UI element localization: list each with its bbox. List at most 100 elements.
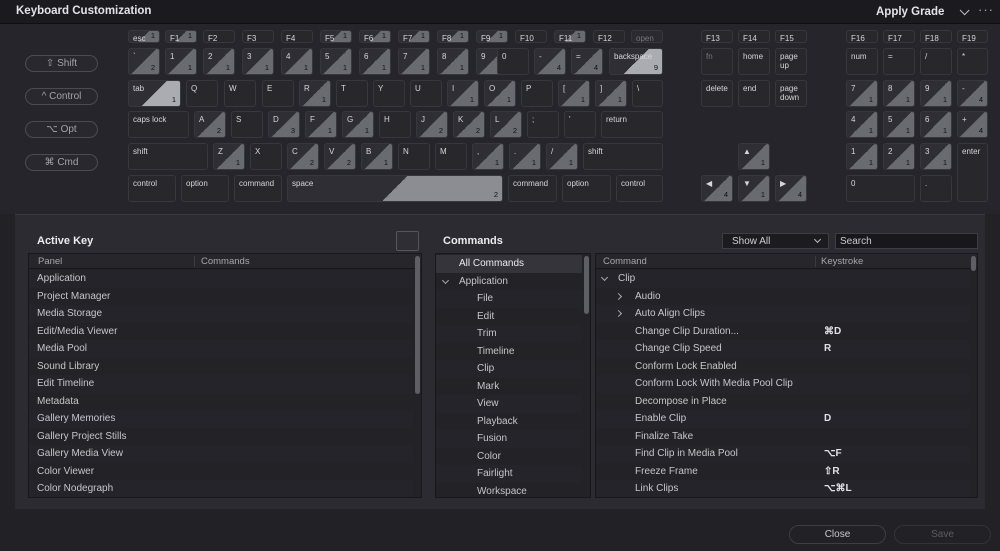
key[interactable]: -4 <box>957 80 988 107</box>
key[interactable]: tab 1 <box>128 80 181 107</box>
panel-row[interactable]: Project Manager <box>29 288 413 306</box>
active-key-scrollbar[interactable] <box>415 256 420 394</box>
tree-item[interactable]: Fusion <box>436 430 582 448</box>
key[interactable]: K2 <box>453 111 485 138</box>
search-input[interactable] <box>835 233 978 249</box>
save-button[interactable]: Save <box>894 525 991 544</box>
key[interactable]: fn <box>701 48 733 75</box>
key[interactable]: 51 <box>883 111 915 138</box>
key[interactable]: delete <box>701 80 733 107</box>
key[interactable]: . <box>920 175 952 202</box>
key[interactable]: = 4 <box>571 48 603 75</box>
expand-right-icon[interactable] <box>614 309 623 318</box>
key[interactable]: shift <box>583 143 663 170</box>
key[interactable]: F9 1 <box>476 30 508 43</box>
key[interactable]: H <box>379 111 411 138</box>
key[interactable]: Y <box>373 80 405 107</box>
key[interactable]: esc 1 <box>128 30 160 43</box>
command-row[interactable]: Conform Lock With Media Pool Clip <box>596 375 969 393</box>
key[interactable]: T <box>336 80 368 107</box>
panel-row[interactable]: Gallery Project Stills <box>29 428 413 446</box>
key[interactable]: backspace 9 <box>609 48 663 75</box>
tree-item[interactable]: Workspace <box>436 483 582 498</box>
key[interactable]: U <box>410 80 442 107</box>
key[interactable]: control <box>616 175 663 202</box>
key[interactable]: F7 1 <box>398 30 430 43</box>
key[interactable]: F19 <box>957 30 988 43</box>
panel-row[interactable]: Color Viewer <box>29 463 413 481</box>
key[interactable]: home <box>738 48 770 75</box>
panel-row[interactable]: Application <box>29 270 413 288</box>
command-row[interactable]: Link Clips ⌥⌘L <box>596 480 969 497</box>
key[interactable]: \ <box>632 80 663 107</box>
key[interactable]: F3 <box>242 30 274 43</box>
tree-item[interactable]: View <box>436 395 582 413</box>
option-modifier-toggle[interactable]: ⌥ Opt <box>25 121 98 138</box>
key[interactable]: /1 <box>546 143 578 170</box>
key[interactable]: 0 <box>497 48 529 75</box>
key[interactable]: 21 <box>203 48 235 75</box>
command-row[interactable]: Auto Align Clips <box>596 305 969 323</box>
key[interactable]: option <box>181 175 229 202</box>
command-modifier-toggle[interactable]: ⌘ Cmd <box>25 154 98 171</box>
keystroke-label[interactable]: R <box>824 343 831 354</box>
key[interactable]: W <box>224 80 256 107</box>
command-row[interactable]: Find Clip in Media Pool ⌥F <box>596 445 969 463</box>
key[interactable]: F6 1 <box>359 30 391 43</box>
panel-row[interactable]: Gallery Memories <box>29 410 413 428</box>
key[interactable]: I1 <box>447 80 479 107</box>
key[interactable]: F16 <box>846 30 878 43</box>
key[interactable]: command <box>508 175 557 202</box>
key[interactable]: 81 <box>883 80 915 107</box>
key[interactable]: E <box>262 80 294 107</box>
key[interactable]: ,1 <box>472 143 504 170</box>
key[interactable]: F14 <box>738 30 770 43</box>
key[interactable]: F4 <box>281 30 313 43</box>
more-options-icon[interactable]: ··· <box>978 2 994 17</box>
control-modifier-toggle[interactable]: ^ Control <box>25 88 98 105</box>
keystroke-label[interactable]: ⌥⌘L <box>824 483 852 494</box>
key[interactable]: space 2 <box>287 175 503 202</box>
key[interactable]: ◀ 4 <box>701 175 733 202</box>
close-button[interactable]: Close <box>789 525 886 544</box>
key[interactable]: 71 <box>846 80 878 107</box>
key[interactable]: A2 <box>194 111 226 138</box>
command-row[interactable]: Conform Lock Enabled <box>596 358 969 376</box>
key[interactable]: 21 <box>883 143 915 170</box>
key[interactable]: F8 1 <box>437 30 469 43</box>
key[interactable]: J2 <box>416 111 448 138</box>
command-list-scrollbar[interactable] <box>971 256 976 271</box>
command-row[interactable]: Change Clip Speed R <box>596 340 969 358</box>
key[interactable]: X <box>250 143 282 170</box>
key[interactable]: 41 <box>281 48 313 75</box>
key[interactable]: 61 <box>920 111 952 138</box>
command-row[interactable]: Enable Clip D <box>596 410 969 428</box>
key[interactable]: L2 <box>490 111 522 138</box>
key[interactable]: ▼ 1 <box>738 175 770 202</box>
key[interactable]: page up <box>775 48 807 75</box>
key[interactable]: ▶ 4 <box>775 175 807 202</box>
tree-item[interactable]: Edit <box>436 308 582 326</box>
key[interactable]: 0 <box>846 175 915 202</box>
key[interactable]: * <box>957 48 988 75</box>
tree-item[interactable]: Application <box>436 273 582 291</box>
keystroke-label[interactable]: ⌥F <box>824 448 842 459</box>
preset-dropdown[interactable]: Apply Grade <box>870 0 970 24</box>
keystroke-label[interactable]: ⇧R <box>824 466 840 477</box>
key[interactable]: option <box>562 175 611 202</box>
expand-down-icon[interactable] <box>441 276 450 284</box>
tree-item[interactable]: File <box>436 290 582 308</box>
key[interactable]: M <box>435 143 467 170</box>
panel-row[interactable]: Edit Timeline <box>29 375 413 393</box>
tree-item[interactable]: Clip <box>436 360 582 378</box>
key[interactable]: open <box>631 30 663 43</box>
key[interactable]: 51 <box>320 48 352 75</box>
key[interactable]: F12 <box>593 30 625 43</box>
panel-row[interactable]: Metadata <box>29 393 413 411</box>
panel-row[interactable]: Color Nodegraph <box>29 480 413 497</box>
keystroke-label[interactable]: ⌘D <box>824 326 841 337</box>
key[interactable]: F17 <box>883 30 915 43</box>
command-column-header[interactable]: Command <box>603 256 647 267</box>
tree-item[interactable]: Playback <box>436 413 582 431</box>
tree-item[interactable]: Mark <box>436 378 582 396</box>
